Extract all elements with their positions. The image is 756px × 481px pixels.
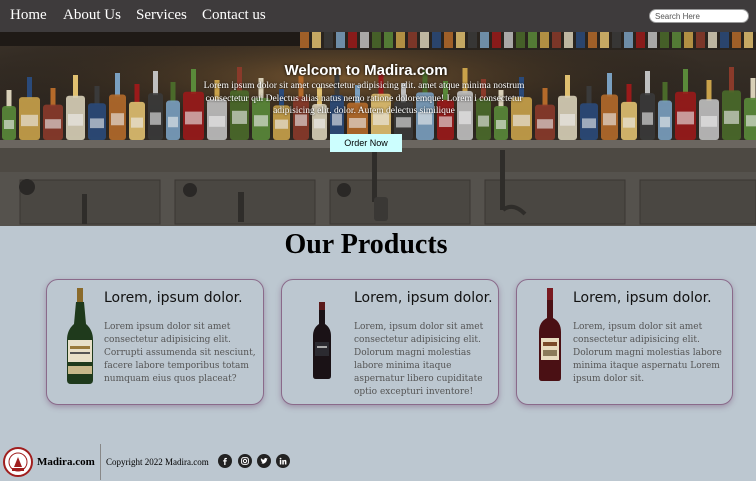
hero-bottle-shape <box>516 32 525 48</box>
hero-bottle-shape <box>312 32 321 48</box>
nav-home-link[interactable]: Home <box>10 7 47 24</box>
search-input[interactable] <box>649 9 749 23</box>
product-card[interactable]: Lorem, ipsum dolor. Lorem, ipsum dolor s… <box>516 279 733 405</box>
footer-brand: Madira.com <box>37 456 95 468</box>
hero-bottle-shape <box>444 32 453 48</box>
facebook-icon[interactable] <box>218 454 232 468</box>
product-card-title: Lorem, ipsum dolor. <box>354 290 493 306</box>
hero-bottle-shape <box>396 32 405 48</box>
footer-copyright: Copyright 2022 Madira.com <box>106 457 209 467</box>
hero-bottle-shape <box>384 32 393 48</box>
hero-bottle-shape <box>300 32 309 48</box>
hero-bottle-shape <box>432 32 441 48</box>
hero-bottle-shape <box>588 32 597 48</box>
hero-bottle-shape <box>408 32 417 48</box>
hero-bottle-shape <box>456 32 465 48</box>
top-navbar: Home About Us Services Contact us <box>0 0 756 32</box>
twitter-icon[interactable] <box>257 454 271 468</box>
hero-bottle-shape <box>468 32 477 48</box>
hero-bottle-shape <box>672 32 681 48</box>
product-card[interactable]: Lorem, ipsum dolor. Lorem ipsum dolor si… <box>46 279 264 405</box>
hero-bottle-shape <box>624 32 633 48</box>
hero-bottle-shape <box>360 32 369 48</box>
hero-bottle-shape <box>636 32 645 48</box>
hero-bottle-shape <box>708 32 717 48</box>
hero-bottle-shape <box>336 32 345 48</box>
champagne-bottle-image <box>67 288 93 384</box>
hero-bottle-shape <box>480 32 489 48</box>
instagram-icon[interactable] <box>238 454 252 468</box>
hero-bottle-shape <box>684 32 693 48</box>
hero-bottle-shape <box>720 32 729 48</box>
wine-bottle-image <box>539 288 561 381</box>
hero-title: Welcom to Madira.com <box>284 62 448 79</box>
hero-bottle-shape <box>648 32 657 48</box>
product-card-title: Lorem, ipsum dolor. <box>104 290 243 306</box>
hero-bottle-shape <box>552 32 561 48</box>
hero-bottle-shape <box>612 32 621 48</box>
nav-contact-link[interactable]: Contact us <box>202 7 266 24</box>
red-wine-bottle-image <box>313 302 331 379</box>
hero-bottle-shape <box>564 32 573 48</box>
hero-bottle-shape <box>600 32 609 48</box>
product-card-title: Lorem, ipsum dolor. <box>573 290 712 306</box>
hero-bottle-shape <box>576 32 585 48</box>
footer-divider <box>100 444 101 480</box>
footer: Madira.com Copyright 2022 Madira.com <box>0 440 756 481</box>
hero-banner: Welcom to Madira.com Lorem ipsum dolor s… <box>0 32 756 226</box>
hero-bottle-shape <box>528 32 537 48</box>
hero-description: Lorem ipsum dolor sit amet consectetur a… <box>203 81 525 116</box>
hero-bottle-shape <box>372 32 381 48</box>
nav-about-link[interactable]: About Us <box>63 7 121 24</box>
hero-bottle-shape <box>348 32 357 48</box>
hero-bottle-shape <box>420 32 429 48</box>
product-card[interactable]: Lorem, ipsum dolor. Lorem, ipsum dolor s… <box>281 279 499 405</box>
product-card-text: Lorem ipsum dolor sit amet consectetur a… <box>104 322 256 384</box>
linkedin-icon[interactable] <box>276 454 290 468</box>
order-now-button[interactable]: Order Now <box>330 134 402 152</box>
hero-bottle-shape <box>492 32 501 48</box>
hero-bottle-shape <box>540 32 549 48</box>
nav-services-link[interactable]: Services <box>136 7 187 24</box>
hero-bottle-shape <box>732 32 741 48</box>
hero-bottle-shape <box>744 32 753 48</box>
product-card-text: Lorem, ipsum dolor sit amet consectetur … <box>354 322 484 397</box>
products-heading: Our Products <box>284 229 448 260</box>
hero-bottle-shape <box>696 32 705 48</box>
hero-bottle-shape <box>660 32 669 48</box>
madira-logo-icon <box>3 447 33 477</box>
hero-bottle-shape <box>324 32 333 48</box>
product-card-text: Lorem, ipsum dolor sit amet consectetur … <box>573 322 722 384</box>
hero-bottle-shape <box>504 32 513 48</box>
